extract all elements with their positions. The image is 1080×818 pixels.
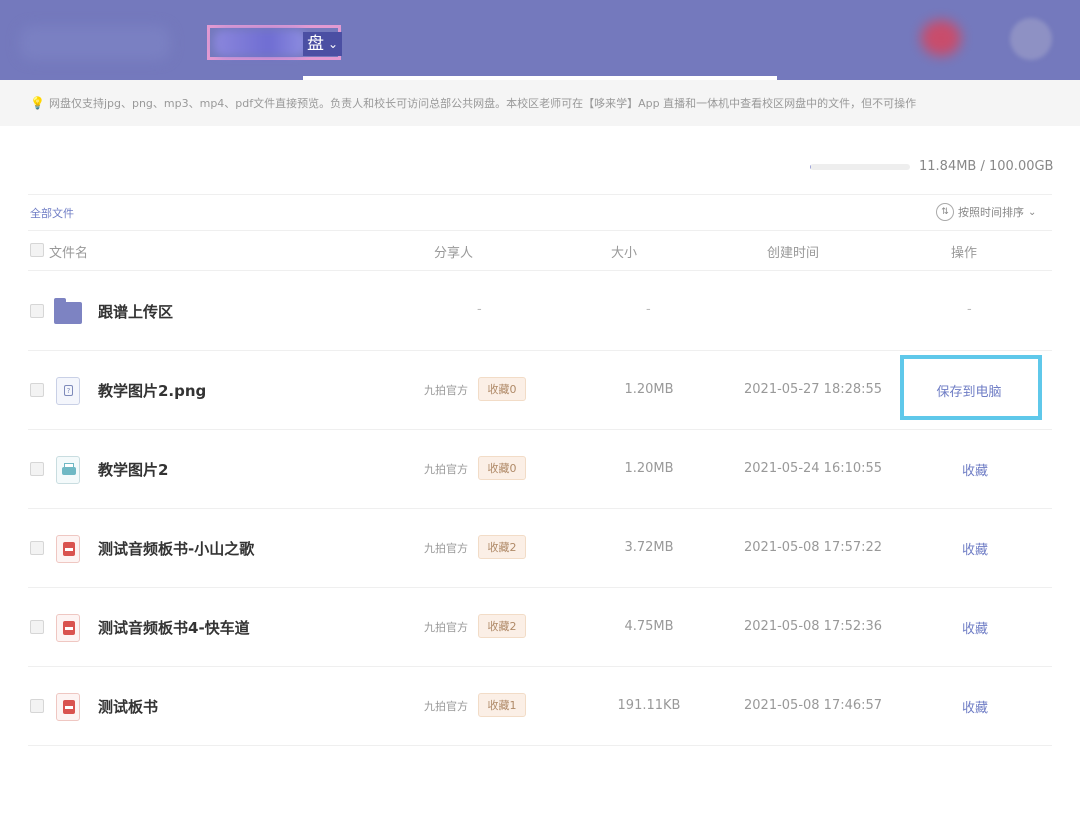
lightbulb-icon: 💡 <box>30 96 45 110</box>
file-size: 1.20MB <box>624 461 674 476</box>
created-time: 2021-05-27 18:28:55 <box>744 382 883 397</box>
breadcrumb-all-files[interactable]: 全部文件 <box>30 205 74 221</box>
redacted-drive-name <box>214 30 306 56</box>
row-checkbox[interactable] <box>30 620 44 634</box>
row-action: - <box>967 302 972 317</box>
file-name[interactable]: 测试音频板书4-快车道 <box>98 617 250 638</box>
column-action: 操作 <box>951 246 978 261</box>
sharer: - <box>477 302 482 317</box>
file-name[interactable]: 测试音频板书-小山之歌 <box>98 538 254 559</box>
notice-text: 网盘仅支持jpg、png、mp3、mp4、pdf文件直接预览。负责人和校长可访问… <box>48 97 917 110</box>
table-row[interactable]: 测试音频板书4-快车道 九拍官方 收藏2 4.75MB 2021-05-08 1… <box>28 588 1052 667</box>
favorite-link[interactable]: 收藏 <box>925 697 1025 716</box>
folder-icon <box>54 298 82 326</box>
select-all-checkbox[interactable] <box>30 243 44 257</box>
storage-progress-fill <box>810 164 811 170</box>
favorite-count-badge: 收藏2 <box>478 614 526 638</box>
sharer: 九拍官方 <box>424 542 468 555</box>
row-checkbox[interactable] <box>30 541 44 555</box>
column-created: 创建时间 <box>767 246 820 261</box>
divider <box>28 270 1052 271</box>
blurred-logo <box>20 26 170 60</box>
drive-selector[interactable]: 盘 ⌄ <box>207 25 343 60</box>
printer-file-icon <box>54 456 82 484</box>
file-name[interactable]: 测试板书 <box>98 696 158 717</box>
drive-label: 盘 <box>307 34 324 54</box>
file-name[interactable]: 跟谱上传区 <box>98 301 173 322</box>
column-name: 文件名 <box>49 246 89 261</box>
storage-progress <box>810 164 910 170</box>
divider <box>28 194 1052 195</box>
table-row[interactable]: 测试音频板书-小山之歌 九拍官方 收藏2 3.72MB 2021-05-08 1… <box>28 509 1052 588</box>
audio-file-icon <box>54 693 82 721</box>
notification-icon[interactable] <box>921 20 961 56</box>
audio-file-icon <box>54 614 82 642</box>
column-size: 大小 <box>611 246 638 261</box>
row-checkbox[interactable] <box>30 699 44 713</box>
sharer: 九拍官方 <box>424 700 468 713</box>
file-size: 1.20MB <box>624 382 674 397</box>
file-size: 3.72MB <box>624 540 674 555</box>
sort-label: 按照时间排序 <box>958 206 1024 219</box>
top-bar: 盘 ⌄ <box>0 0 1080 80</box>
favorite-link[interactable]: 收藏 <box>925 539 1025 558</box>
file-name[interactable]: 教学图片2.png <box>98 380 206 401</box>
created-time: 2021-05-08 17:46:57 <box>744 698 883 713</box>
favorite-link[interactable]: 收藏 <box>925 460 1025 479</box>
sharer: 九拍官方 <box>424 621 468 634</box>
sharer: 九拍官方 <box>424 384 468 397</box>
row-checkbox[interactable] <box>30 462 44 476</box>
file-size: 4.75MB <box>624 619 674 634</box>
created-time: 2021-05-24 16:10:55 <box>744 461 883 476</box>
row-checkbox[interactable] <box>30 304 44 318</box>
chevron-down-icon: ⌄ <box>328 37 339 51</box>
favorite-count-badge: 收藏1 <box>478 693 526 717</box>
table-row[interactable]: 测试板书 九拍官方 收藏1 191.11KB 2021-05-08 17:46:… <box>28 667 1052 746</box>
notice-bar: 💡 网盘仅支持jpg、png、mp3、mp4、pdf文件直接预览。负责人和校长可… <box>0 80 1080 126</box>
sharer: 九拍官方 <box>424 463 468 476</box>
favorite-count-badge: 收藏0 <box>478 377 526 401</box>
favorite-count-badge: 收藏2 <box>478 535 526 559</box>
file-size: - <box>646 302 651 317</box>
favorite-link[interactable]: 收藏 <box>925 618 1025 637</box>
drive-selector-label[interactable]: 盘 ⌄ <box>303 32 343 56</box>
audio-file-icon <box>54 535 82 563</box>
chevron-down-icon: ⌄ <box>1028 206 1037 218</box>
image-file-icon: ? <box>54 377 82 405</box>
favorite-count-badge: 收藏0 <box>478 456 526 480</box>
storage-usage-text: 11.84MB / 100.00GB <box>919 159 1054 174</box>
avatar[interactable] <box>1010 18 1052 60</box>
table-row[interactable]: 教学图片2 九拍官方 收藏0 1.20MB 2021-05-24 16:10:5… <box>28 430 1052 509</box>
table-row[interactable]: 跟谱上传区 - - - <box>28 272 1052 351</box>
table-row[interactable]: ? 教学图片2.png 九拍官方 收藏0 1.20MB 2021-05-27 1… <box>28 351 1052 430</box>
table-header: 文件名 分享人 大小 创建时间 操作 <box>28 230 1052 270</box>
row-checkbox[interactable] <box>30 383 44 397</box>
file-name[interactable]: 教学图片2 <box>98 459 168 480</box>
sort-icon: ⇅ <box>936 203 954 221</box>
created-time: 2021-05-08 17:57:22 <box>744 540 883 555</box>
sort-dropdown[interactable]: ⇅ 按照时间排序 ⌄ <box>936 203 1036 221</box>
highlight-box <box>900 355 1042 420</box>
column-sharer: 分享人 <box>434 246 474 261</box>
created-time: 2021-05-08 17:52:36 <box>744 619 883 634</box>
file-size: 191.11KB <box>617 698 681 713</box>
